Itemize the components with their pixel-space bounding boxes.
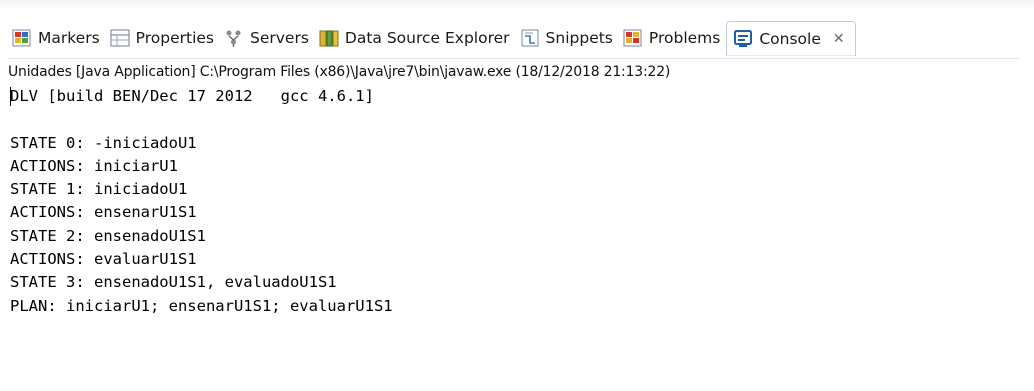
servers-icon — [224, 28, 244, 48]
console-line: ACTIONS: ensenarU1S1 — [10, 203, 197, 222]
tab-label: Properties — [135, 29, 214, 47]
console-line: DLV [build BEN/Dec 17 2012 gcc 4.6.1] — [10, 87, 374, 105]
markers-icon — [12, 28, 32, 48]
close-icon[interactable]: ✕ — [833, 31, 845, 47]
launch-configuration-label: Unidades [Java Application] C:\Program F… — [8, 64, 671, 80]
tab-servers[interactable]: Servers — [220, 21, 315, 55]
tab-label: Snippets — [545, 29, 613, 47]
view-tab-bar: Markers Properties Servers Data Source E… — [8, 20, 1020, 56]
console-line: STATE 2: ensenadoU1S1 — [10, 226, 206, 245]
console-line: STATE 1: iniciadoU1 — [10, 180, 188, 199]
tab-data-source-explorer[interactable]: Data Source Explorer — [315, 21, 516, 55]
console-line: PLAN: iniciarU1; ensenarU1S1; evaluarU1S… — [10, 296, 393, 315]
tab-label: Data Source Explorer — [344, 29, 510, 47]
tab-label: Markers — [38, 29, 100, 47]
console-line: ACTIONS: iniciarU1 — [10, 156, 178, 175]
tab-label: Servers — [250, 29, 309, 47]
problems-icon — [623, 28, 643, 48]
console-output[interactable]: DLV [build BEN/Dec 17 2012 gcc 4.6.1] ST… — [10, 85, 1020, 385]
top-shadow — [0, 0, 1034, 10]
snippets-icon — [520, 28, 540, 48]
console-line: STATE 3: ensenadoU1S1, evaluadoU1S1 — [10, 273, 337, 292]
data-source-explorer-icon — [319, 28, 339, 48]
tab-markers[interactable]: Markers — [8, 21, 106, 55]
tab-label: Problems — [648, 29, 721, 47]
properties-icon — [110, 28, 130, 48]
console-line: STATE 0: -iniciadoU1 — [10, 133, 197, 152]
tab-problems[interactable]: Problems — [619, 21, 726, 55]
console-view: Markers Properties Servers Data Source E… — [0, 0, 1034, 391]
tab-snippets[interactable]: Snippets — [516, 21, 619, 55]
console-line: ACTIONS: evaluarU1S1 — [10, 250, 197, 269]
tab-divider — [8, 58, 1020, 59]
tab-properties[interactable]: Properties — [106, 21, 220, 55]
console-icon — [733, 29, 753, 49]
tab-console[interactable]: Console ✕ — [726, 20, 856, 56]
text-caret — [10, 87, 11, 106]
tab-label: Console — [759, 29, 821, 48]
